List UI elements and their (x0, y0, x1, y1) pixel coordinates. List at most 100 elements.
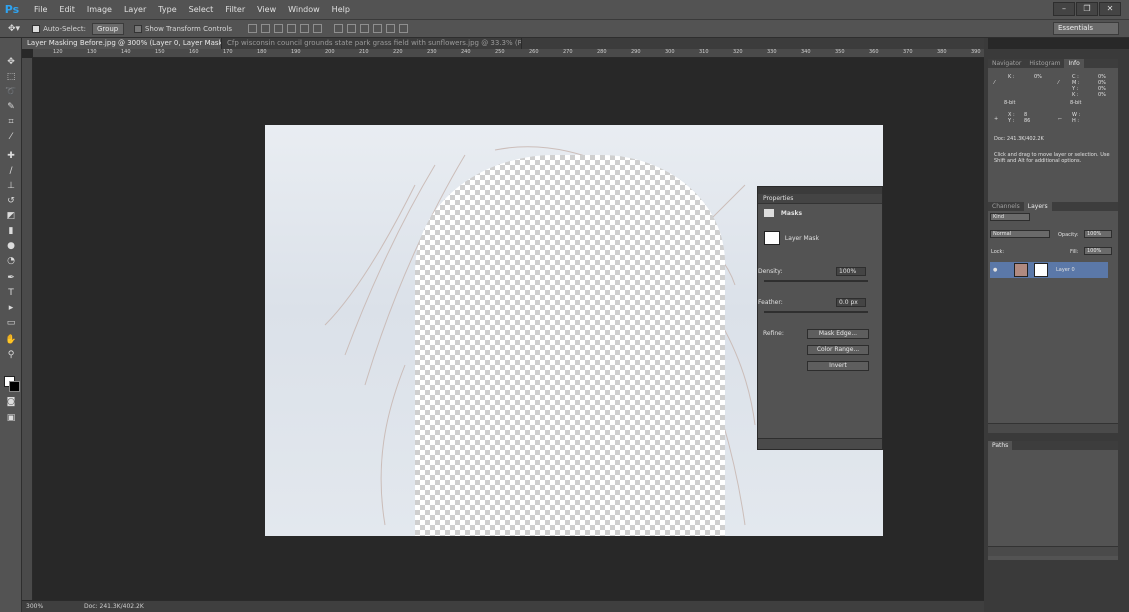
distribute-top-icon[interactable] (334, 24, 344, 33)
paths-footer (988, 546, 1118, 556)
layer-mask-row[interactable]: Layer Mask (758, 231, 884, 245)
zoom-tool-icon[interactable]: ⚲ (4, 349, 18, 361)
mask-icon (764, 209, 774, 217)
hand-tool-icon[interactable]: ✋ (4, 334, 18, 346)
doc-info: Doc: 241.3K/402.2K (994, 136, 1044, 142)
path-select-tool-icon[interactable]: ▸ (4, 302, 18, 314)
pen-tool-icon[interactable]: ✒ (4, 272, 18, 284)
tab-paths[interactable]: Paths (988, 441, 1013, 450)
ruler-tick-label: 120 (53, 49, 63, 55)
align-left-icon[interactable] (287, 24, 297, 33)
doc-size[interactable]: Doc: 241.3K/402.2K (84, 603, 144, 610)
gradient-tool-icon[interactable]: ▮ (4, 225, 18, 237)
marquee-tool-icon[interactable]: ⬚ (4, 71, 18, 83)
ruler-tick-label: 170 (223, 49, 233, 55)
align-vcenter-icon[interactable] (261, 24, 271, 33)
brush-tool-icon[interactable]: ∕ (4, 165, 18, 177)
kind-filter-dropdown[interactable]: Kind (990, 213, 1030, 221)
quick-select-tool-icon[interactable]: ✎ (4, 101, 18, 113)
align-hcenter-icon[interactable] (300, 24, 310, 33)
distribute-hcenter-icon[interactable] (386, 24, 396, 33)
menu-window[interactable]: Window (282, 5, 326, 14)
mask-edge-button[interactable]: Mask Edge... (807, 329, 869, 339)
dodge-tool-icon[interactable]: ◔ (4, 255, 18, 267)
layer-row[interactable]: ● Layer 0 (990, 262, 1108, 278)
menu-type[interactable]: Type (152, 5, 182, 14)
ruler-tick-label: 350 (835, 49, 845, 55)
auto-select-dropdown[interactable]: Group (91, 22, 124, 35)
blur-tool-icon[interactable]: ● (4, 240, 18, 252)
menu-filter[interactable]: Filter (219, 5, 251, 14)
tab-channels[interactable]: Channels (988, 202, 1024, 211)
menu-help[interactable]: Help (326, 5, 356, 14)
properties-tab[interactable]: Properties (758, 194, 882, 204)
distribute-left-icon[interactable] (373, 24, 383, 33)
menu-select[interactable]: Select (183, 5, 220, 14)
align-right-icon[interactable] (313, 24, 323, 33)
doc-tab-active[interactable]: Layer Masking Before.jpg @ 300% (Layer 0… (22, 38, 222, 49)
selection-size-icon: ⌐ (1058, 116, 1063, 122)
feather-slider[interactable] (764, 311, 868, 313)
distribute-bottom-icon[interactable] (360, 24, 370, 33)
menu-edit[interactable]: Edit (53, 5, 81, 14)
menu-image[interactable]: Image (81, 5, 118, 14)
paths-panel-tabs: Paths (988, 441, 1118, 450)
menu-view[interactable]: View (251, 5, 282, 14)
fill-field[interactable]: 100% (1084, 247, 1112, 255)
clone-stamp-tool-icon[interactable]: ⊥ (4, 180, 18, 192)
opacity-field[interactable]: 100% (1084, 230, 1112, 238)
move-tool-icon[interactable]: ✥ (4, 56, 18, 68)
menu-file[interactable]: File (28, 5, 53, 14)
density-field[interactable]: 100% (836, 267, 866, 276)
healing-brush-tool-icon[interactable]: ✚ (4, 150, 18, 162)
history-brush-tool-icon[interactable]: ↺ (4, 195, 18, 207)
restore-button[interactable]: ❐ (1076, 2, 1098, 16)
layers-panel-tabs: Channels Layers (988, 202, 1118, 211)
menu-layer[interactable]: Layer (118, 5, 152, 14)
layer-name[interactable]: Layer 0 (1056, 267, 1075, 273)
screen-mode-icon[interactable]: ▣ (4, 412, 18, 424)
ruler-tick-label: 240 (461, 49, 471, 55)
feather-field[interactable]: 0.0 px (836, 298, 866, 307)
shape-tool-icon[interactable]: ▭ (4, 317, 18, 329)
quick-mask-icon[interactable]: ◙ (4, 396, 18, 408)
auto-select-checkbox[interactable] (32, 24, 41, 33)
invert-button[interactable]: Invert (807, 361, 869, 371)
tab-info[interactable]: Info (1064, 59, 1084, 68)
lasso-tool-icon[interactable]: ➰ (4, 86, 18, 98)
tab-histogram[interactable]: Histogram (1025, 59, 1064, 68)
canvas-area[interactable]: Properties Masks Layer Mask Density: 100… (33, 58, 984, 600)
zoom-level[interactable]: 300% (26, 603, 54, 610)
move-tool-icon[interactable]: ✥▾ (8, 24, 20, 34)
blend-mode-dropdown[interactable]: Normal (990, 230, 1050, 238)
workspace-dropdown[interactable]: Essentials (1053, 22, 1119, 35)
options-bar: ✥▾ Auto-Select: Group Show Transform Con… (0, 20, 1129, 38)
type-tool-icon[interactable]: T (4, 287, 18, 299)
ruler-tick-label: 300 (665, 49, 675, 55)
eyedropper-icon: ⁄ (994, 80, 995, 86)
doc-tab-inactive[interactable]: Cfp wisconsin council grounds state park… (222, 38, 522, 49)
ruler-tick-label: 270 (563, 49, 573, 55)
align-top-icon[interactable] (248, 24, 258, 33)
visibility-eye-icon[interactable]: ● (993, 267, 997, 273)
color-range-button[interactable]: Color Range... (807, 345, 869, 355)
background-color-swatch[interactable] (9, 381, 20, 392)
tab-navigator[interactable]: Navigator (988, 59, 1025, 68)
distribute-vcenter-icon[interactable] (347, 24, 357, 33)
crop-tool-icon[interactable]: ⌗ (4, 116, 18, 128)
properties-panel: Properties Masks Layer Mask Density: 100… (757, 186, 883, 450)
show-transform-checkbox[interactable] (133, 24, 142, 33)
close-button[interactable]: ✕ (1099, 2, 1121, 16)
eyedropper-tool-icon[interactable]: ⁄ (4, 131, 18, 143)
ruler-tick-label: 330 (767, 49, 777, 55)
density-slider[interactable] (764, 280, 868, 282)
distribute-right-icon[interactable] (399, 24, 409, 33)
bit-depth-2: 8-bit (1070, 100, 1082, 106)
minimize-button[interactable]: – (1053, 2, 1075, 16)
tab-layers[interactable]: Layers (1023, 202, 1052, 211)
eraser-tool-icon[interactable]: ◩ (4, 210, 18, 222)
align-bottom-icon[interactable] (274, 24, 284, 33)
ruler-tick-label: 200 (325, 49, 335, 55)
menu-bar: Ps File Edit Image Layer Type Select Fil… (0, 0, 1129, 20)
layer-mask-thumbnail[interactable] (1034, 263, 1048, 277)
